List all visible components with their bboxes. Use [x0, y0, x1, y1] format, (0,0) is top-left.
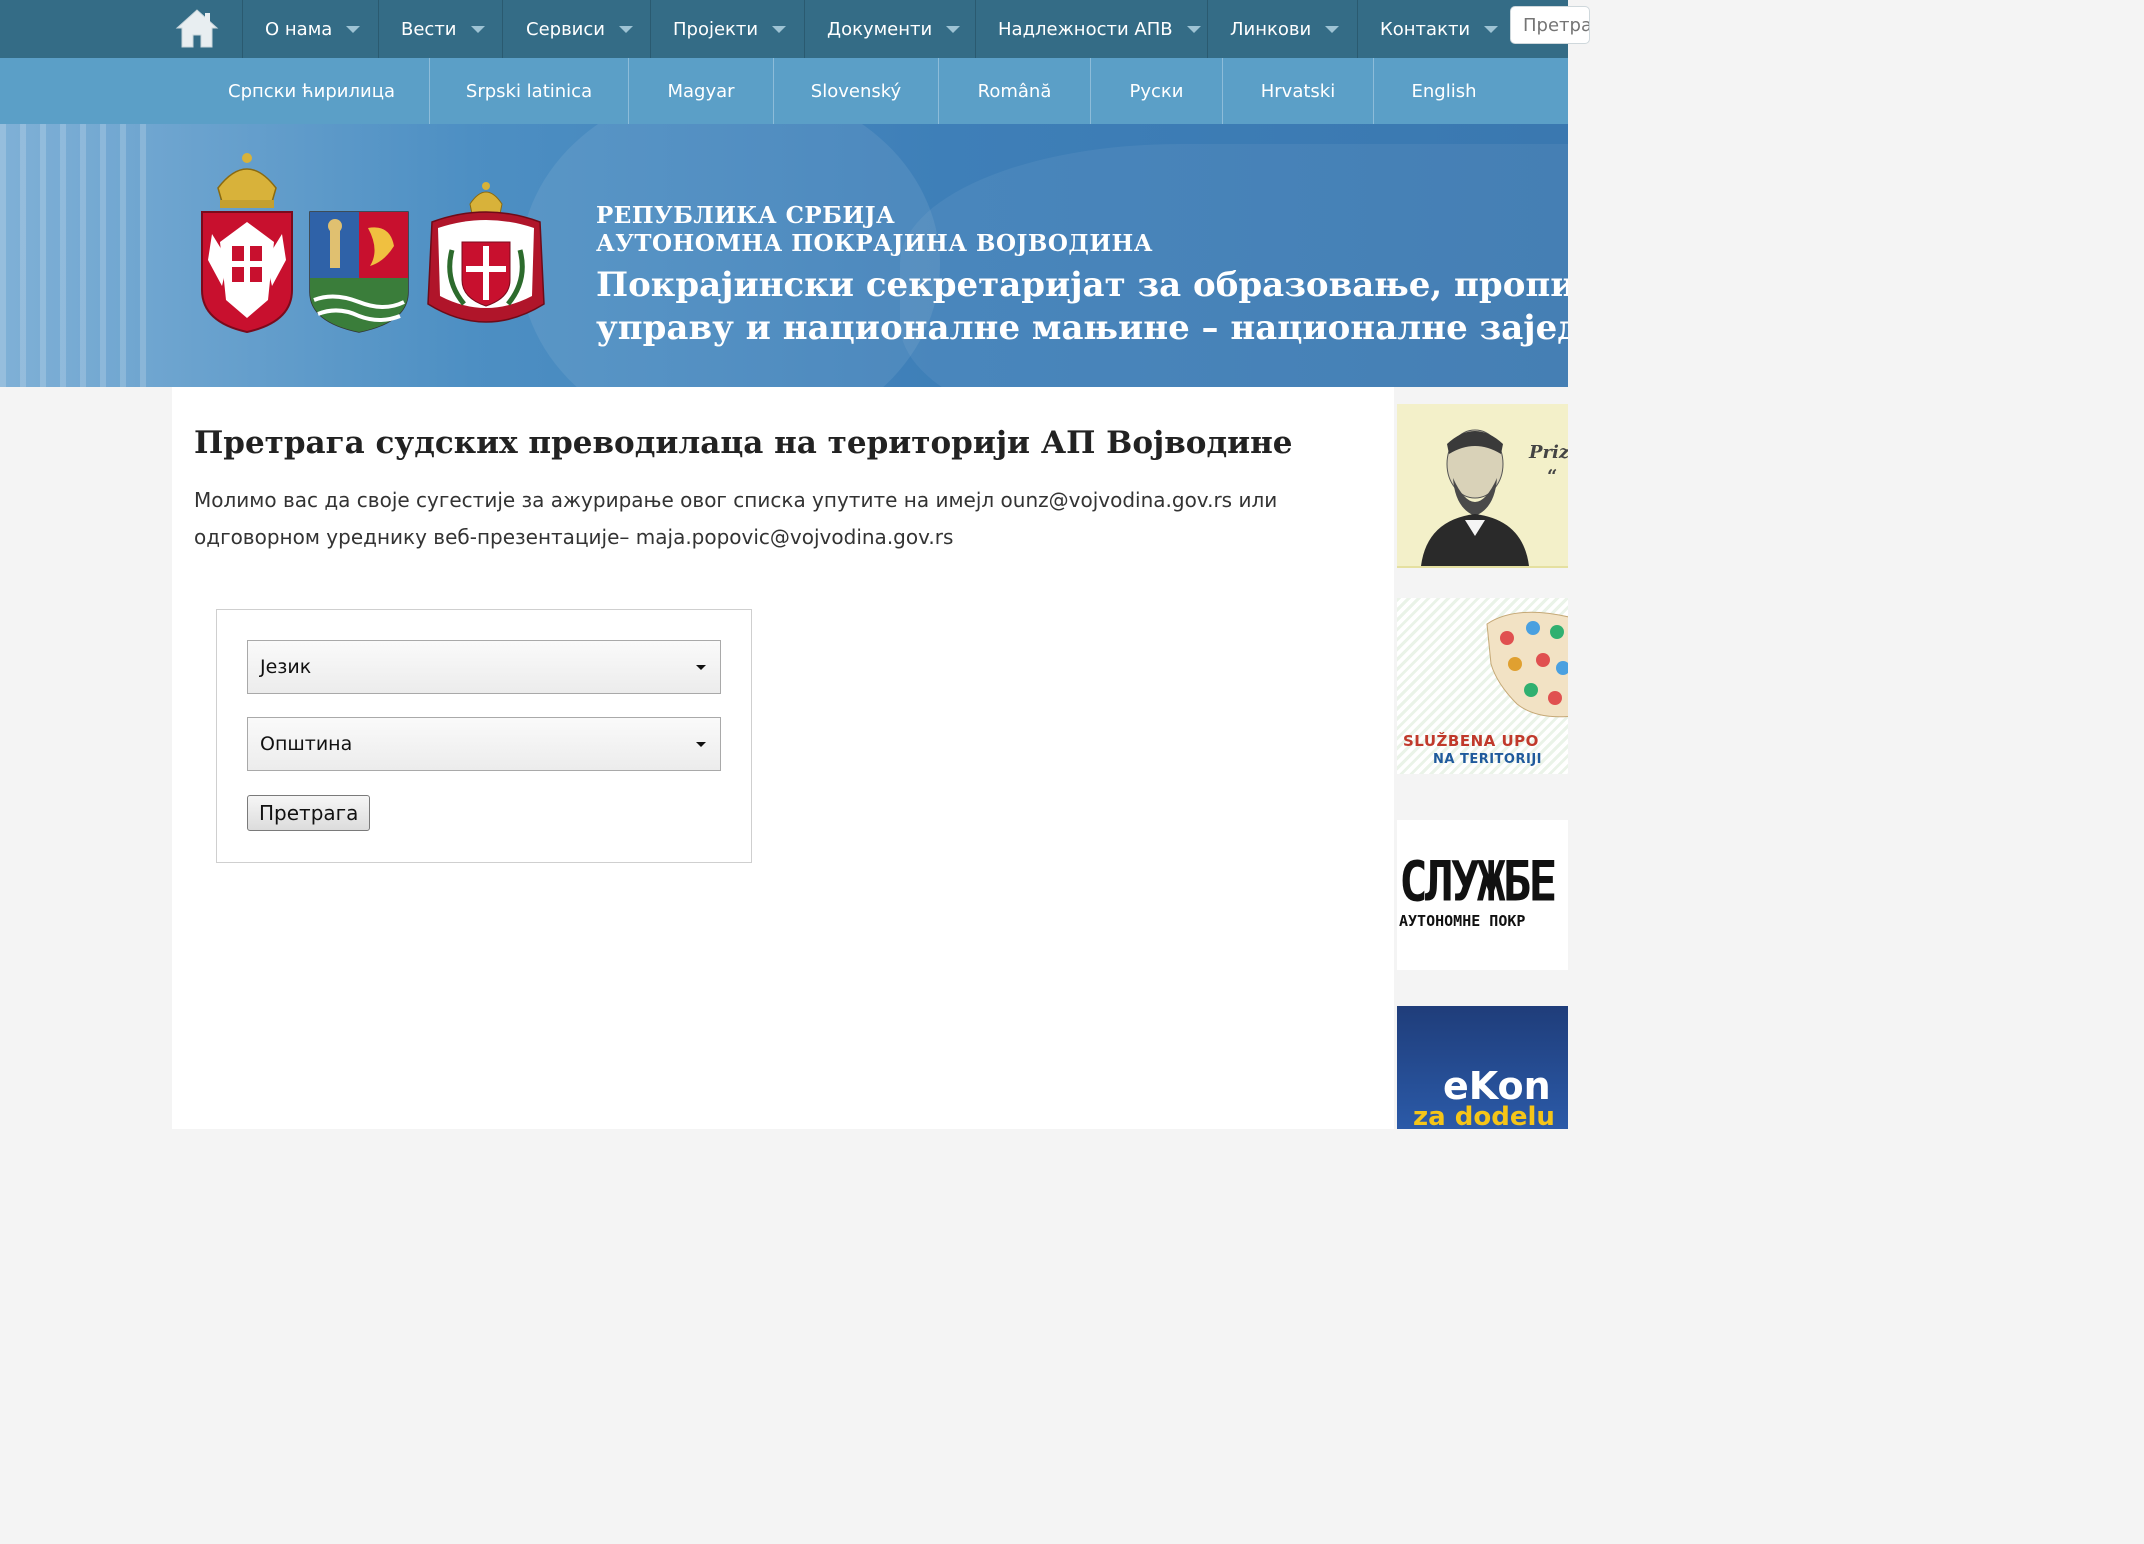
vojvodina-coat-of-arms-icon — [309, 211, 409, 333]
nav-item-competences[interactable]: Надлежности АПВ — [975, 0, 1207, 58]
serbia-coat-of-arms-icon — [201, 153, 293, 334]
municipality-select[interactable]: Општина — [247, 717, 721, 771]
gazette-subtitle: АУТОНОМНЕ ПОКР — [1399, 912, 1526, 930]
chevron-down-icon — [346, 25, 361, 33]
sidebar-banner-award[interactable]: Priz “ — [1397, 404, 1568, 568]
lang-hungarian[interactable]: Magyar — [629, 58, 774, 124]
nav-item-label: Документи — [827, 18, 933, 40]
chevron-down-icon — [1325, 25, 1340, 33]
nav-item-projects[interactable]: Пројекти — [650, 0, 804, 58]
lang-croatian[interactable]: Hrvatski — [1223, 58, 1374, 124]
intro-text: Молимо вас да своје сугестије за ажурира… — [194, 488, 1278, 549]
award-label: Priz — [1529, 442, 1568, 463]
lang-serbian-cyrillic[interactable]: Српски ћирилица — [194, 58, 430, 124]
chevron-down-icon — [946, 25, 961, 33]
nav-item-label: О нама — [265, 18, 333, 40]
nav-item-label: Линкови — [1230, 18, 1312, 40]
translator-search-form: Језик Општина Претрага — [216, 609, 752, 863]
sidebar-banner-official-use[interactable]: SLUŽBENA UPO NA TERITORIJI — [1397, 598, 1568, 774]
banner-line-secretariat-1: Покрајински секретаријат за образовање, … — [596, 265, 1568, 305]
nav-item-contacts[interactable]: Контакти — [1357, 0, 1505, 58]
banner-line-country: РЕПУБЛИКА СРБИЈА — [596, 202, 896, 229]
chevron-down-icon — [772, 25, 787, 33]
nav-item-label: Вести — [401, 18, 457, 40]
chevron-down-icon — [696, 665, 706, 670]
lang-serbian-latin[interactable]: Srpski latinica — [430, 58, 629, 124]
municipality-select-value: Општина — [260, 733, 353, 755]
lang-english[interactable]: English — [1374, 58, 1514, 124]
page-title: Претрага судских преводилаца на територи… — [194, 425, 1293, 461]
main-content: Претрага судских преводилаца на територи… — [172, 387, 1394, 1129]
lang-rusyn[interactable]: Руски — [1091, 58, 1223, 124]
nav-item-about[interactable]: О нама — [242, 0, 378, 58]
language-select-value: Језик — [260, 656, 312, 678]
chevron-down-icon — [1484, 25, 1499, 33]
nav-item-documents[interactable]: Документи — [804, 0, 975, 58]
people-map-icon — [1486, 611, 1568, 718]
nav-item-label: Надлежности АПВ — [998, 18, 1173, 40]
search-input[interactable] — [1510, 6, 1590, 44]
official-use-title: SLUŽBENA UPO — [1403, 732, 1539, 750]
official-use-subtitle: NA TERITORIJI — [1433, 752, 1543, 767]
portrait-image — [1421, 429, 1529, 566]
nav-item-news[interactable]: Вести — [378, 0, 502, 58]
nav-item-label: Контакти — [1380, 18, 1471, 40]
home-icon — [175, 9, 219, 48]
search-button[interactable]: Претрага — [247, 795, 371, 831]
main-navigation: О нама Вести Сервиси Пројекти Документи … — [0, 0, 1590, 58]
chevron-down-icon — [618, 25, 633, 33]
chevron-down-icon — [1186, 25, 1201, 33]
lang-slovak[interactable]: Slovenský — [774, 58, 939, 124]
language-select[interactable]: Језик — [247, 640, 721, 694]
chevron-down-icon — [470, 25, 485, 33]
nav-item-services[interactable]: Сервиси — [502, 0, 650, 58]
banner-line-province: АУТОНОМНА ПОКРАЈИНА ВОЈВОДИНА — [596, 230, 1154, 257]
sidebar-banner-official-gazette[interactable]: СЛУЖБЕ АУТОНОМНЕ ПОКР — [1397, 820, 1568, 970]
banner-title: РЕПУБЛИКА СРБИЈА АУТОНОМНА ПОКРАЈИНА ВОЈ… — [596, 202, 1568, 350]
home-button[interactable] — [172, 3, 222, 53]
nav-item-links[interactable]: Линкови — [1207, 0, 1357, 58]
language-bar: Српски ћирилица Srpski latinica Magyar S… — [0, 58, 1568, 124]
award-label-quote: “ — [1547, 466, 1558, 487]
header-banner: РЕПУБЛИКА СРБИЈА АУТОНОМНА ПОКРАЈИНА ВОЈ… — [0, 124, 1568, 387]
lang-romanian[interactable]: Română — [939, 58, 1091, 124]
gazette-title: СЛУЖБЕ — [1399, 850, 1557, 915]
banner-line-secretariat-2: управу и националне мањине – националне … — [596, 308, 1568, 348]
nav-item-label: Пројекти — [673, 18, 759, 40]
banner-decoration — [0, 124, 150, 387]
sidebar-banner-ekonkurs[interactable]: eKon za dodelu — [1397, 1006, 1568, 1129]
nav-item-label: Сервиси — [526, 18, 605, 40]
ekonkurs-subtitle: za dodelu — [1413, 1102, 1555, 1129]
chevron-down-icon — [696, 742, 706, 747]
province-coat-of-arms-icon — [427, 182, 545, 323]
